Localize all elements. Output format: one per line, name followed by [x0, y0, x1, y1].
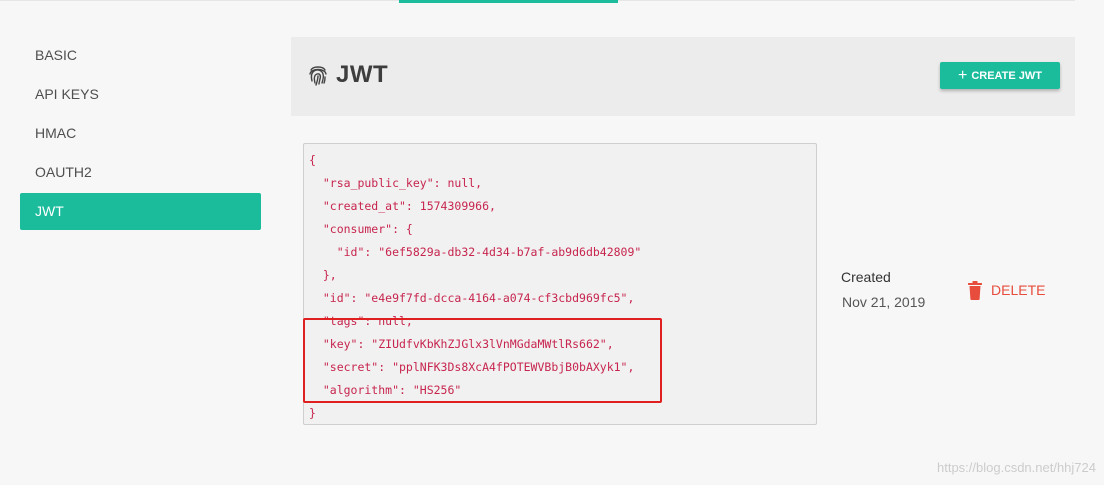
- sidebar-item-hmac[interactable]: HMAC: [20, 115, 261, 152]
- create-jwt-button[interactable]: + CREATE JWT: [940, 62, 1060, 89]
- created-label: Created: [841, 269, 891, 285]
- sidebar-item-jwt[interactable]: JWT: [20, 193, 261, 230]
- json-line: "rsa_public_key": null,: [309, 176, 483, 190]
- sidebar-item-oauth2[interactable]: OAUTH2: [20, 154, 261, 191]
- delete-label: DELETE: [991, 282, 1046, 298]
- json-line: "id": "6ef5829a-db32-4d34-b7af-ab9d6db42…: [309, 245, 642, 259]
- plus-icon: +: [957, 67, 968, 84]
- json-line: "id": "e4e9f7fd-dcca-4164-a074-cf3cbd969…: [309, 291, 635, 305]
- json-line: },: [309, 268, 337, 282]
- json-line: "consumer": {: [309, 222, 413, 236]
- sidebar-item-basic[interactable]: BASIC: [20, 37, 261, 74]
- json-line: }: [309, 406, 316, 420]
- active-tab-indicator: [399, 0, 618, 3]
- annotation-highlight-box: [303, 318, 662, 403]
- credentials-sidebar: BASIC API KEYS HMAC OAUTH2 JWT: [20, 37, 261, 232]
- fingerprint-icon: [308, 64, 328, 86]
- watermark: https://blog.csdn.net/hhj724: [936, 460, 1096, 475]
- create-jwt-label: CREATE JWT: [971, 70, 1043, 82]
- page-title: JWT: [336, 61, 389, 88]
- json-line: "created_at": 1574309966,: [309, 199, 496, 213]
- page-header: JWT + CREATE JWT: [291, 37, 1075, 116]
- trash-icon: [968, 281, 982, 300]
- created-date: Nov 21, 2019: [842, 294, 926, 310]
- sidebar-item-api-keys[interactable]: API KEYS: [20, 76, 261, 113]
- json-line: {: [309, 153, 316, 167]
